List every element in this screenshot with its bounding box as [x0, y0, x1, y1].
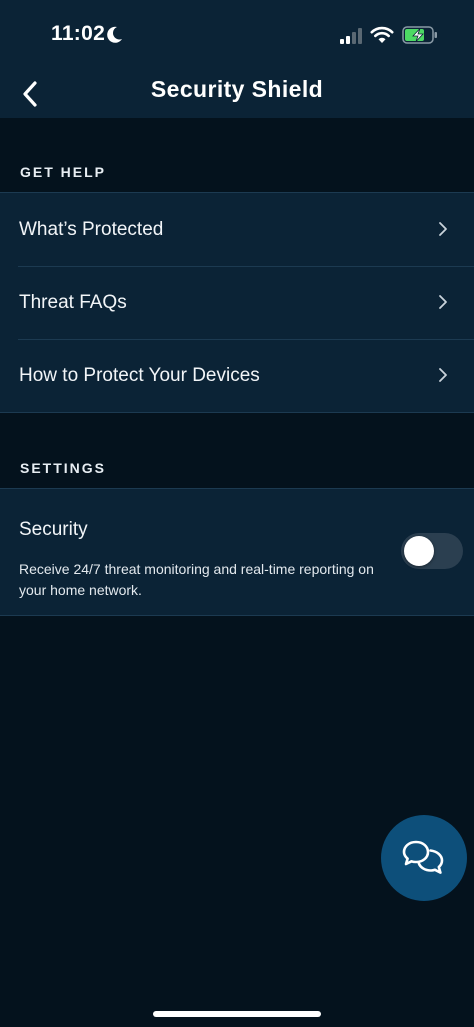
list-item-label: Threat FAQs: [19, 291, 127, 313]
list-item-threat-faqs[interactable]: Threat FAQs: [0, 266, 474, 339]
chat-bubbles-icon: [402, 840, 444, 874]
section-header-get-help: GET HELP: [20, 164, 107, 180]
status-time: 11:02: [51, 22, 106, 45]
chat-button[interactable]: [381, 815, 467, 901]
chevron-right-icon: [439, 368, 447, 382]
list-item-label: How to Protect Your Devices: [19, 364, 260, 386]
help-list: What’s Protected Threat FAQs How to Prot…: [0, 192, 474, 413]
toggle-knob: [404, 536, 434, 566]
security-toggle[interactable]: [401, 533, 463, 569]
status-bar: 11:02: [0, 0, 474, 70]
security-setting-title: Security: [19, 519, 88, 540]
chevron-right-icon: [439, 295, 447, 309]
battery-charging-icon: [402, 26, 437, 44]
settings-list: Security Receive 24/7 threat monitoring …: [0, 488, 474, 616]
wifi-icon: [370, 26, 394, 43]
list-item-whats-protected[interactable]: What’s Protected: [0, 193, 474, 266]
section-header-settings: SETTINGS: [20, 460, 107, 476]
home-indicator: [153, 1011, 321, 1017]
page-title: Security Shield: [150, 76, 324, 102]
security-setting-description: Receive 24/7 threat monitoring and real-…: [19, 561, 374, 598]
list-item-protect-devices[interactable]: How to Protect Your Devices: [0, 339, 474, 412]
nav-bar: Security Shield: [0, 70, 474, 118]
moon-icon: [107, 26, 122, 43]
signal-icon: [340, 28, 362, 44]
list-item-label: What’s Protected: [19, 218, 164, 240]
chevron-right-icon: [439, 222, 447, 236]
